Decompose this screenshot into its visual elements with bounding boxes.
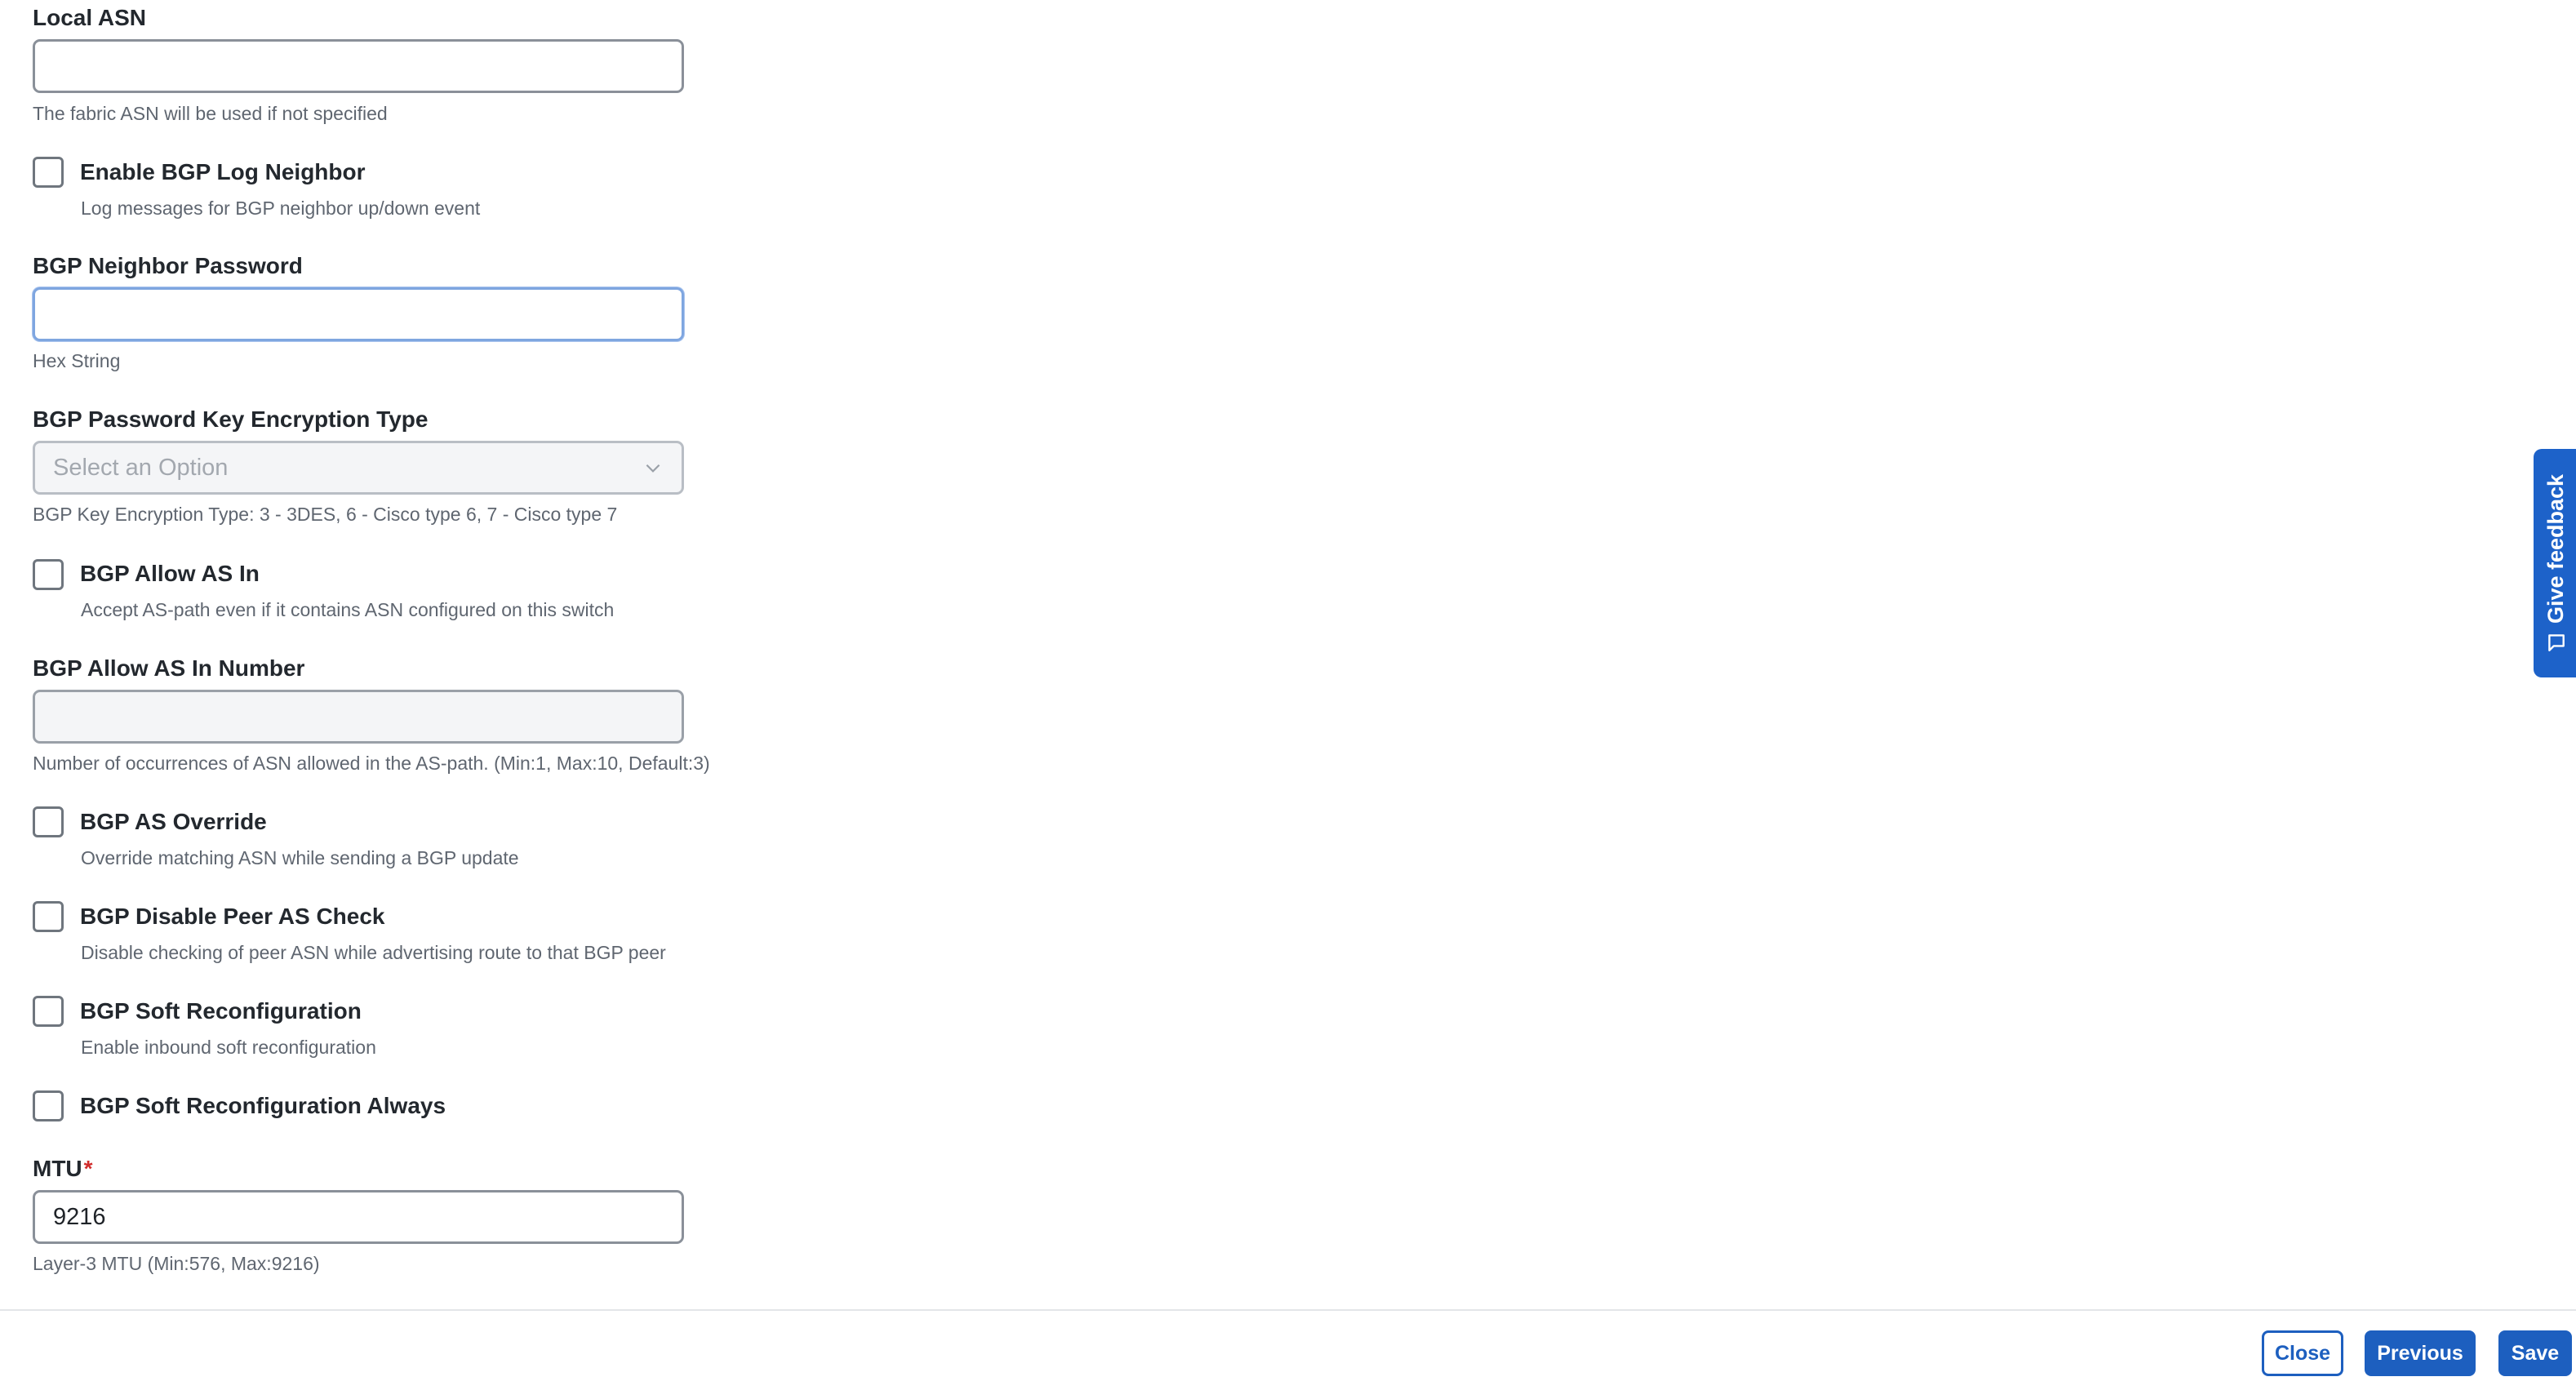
log-neighbor-checkbox[interactable] (33, 157, 64, 188)
log-neighbor-help: Log messages for BGP neighbor up/down ev… (81, 198, 481, 219)
feedback-icon (2548, 633, 2565, 651)
neighbor-password-help: Hex String (33, 350, 121, 371)
soft-reconfig-label: BGP Soft Reconfiguration (80, 998, 362, 1024)
disable-peer-as-check-help: Disable checking of peer ASN while adver… (81, 942, 666, 963)
allow-as-in-label: BGP Allow AS In (80, 561, 260, 586)
disable-peer-as-check-checkbox[interactable] (33, 901, 64, 932)
soft-reconfig-always-checkbox[interactable] (33, 1090, 64, 1121)
key-encryption-placeholder: Select an Option (53, 454, 229, 481)
give-feedback-tab[interactable]: Give feedback (2534, 449, 2576, 677)
footer-divider (0, 1309, 2576, 1311)
give-feedback-content: Give feedback (2544, 473, 2569, 652)
previous-button[interactable]: Previous (2365, 1330, 2476, 1376)
as-override-label: BGP AS Override (80, 809, 267, 834)
neighbor-password-label: BGP Neighbor Password (33, 253, 303, 278)
soft-reconfig-checkbox[interactable] (33, 996, 64, 1027)
save-button[interactable]: Save (2498, 1330, 2572, 1376)
allow-as-in-number-help: Number of occurrences of ASN allowed in … (33, 753, 710, 774)
mtu-label: MTU* (33, 1155, 93, 1183)
allow-as-in-help: Accept AS-path even if it contains ASN c… (81, 599, 615, 620)
as-override-help: Override matching ASN while sending a BG… (81, 847, 519, 868)
as-override-checkbox[interactable] (33, 806, 64, 837)
chevron-down-icon (646, 464, 660, 473)
close-button[interactable]: Close (2262, 1330, 2343, 1376)
local-asn-input[interactable] (33, 39, 684, 93)
local-asn-help: The fabric ASN will be used if not speci… (33, 103, 388, 124)
soft-reconfig-help: Enable inbound soft reconfiguration (81, 1037, 376, 1058)
give-feedback-label: Give feedback (2543, 473, 2569, 624)
key-encryption-help: BGP Key Encryption Type: 3 - 3DES, 6 - C… (33, 504, 618, 525)
soft-reconfig-always-label: BGP Soft Reconfiguration Always (80, 1093, 446, 1118)
mtu-input[interactable] (33, 1190, 684, 1244)
required-mark: * (83, 1156, 93, 1181)
neighbor-password-input[interactable] (33, 287, 684, 341)
mtu-label-text: MTU (33, 1156, 82, 1181)
mtu-help: Layer-3 MTU (Min:576, Max:9216) (33, 1253, 320, 1274)
local-asn-label: Local ASN (33, 5, 146, 30)
disable-peer-as-check-label: BGP Disable Peer AS Check (80, 904, 385, 929)
log-neighbor-label: Enable BGP Log Neighbor (80, 159, 366, 184)
allow-as-in-checkbox[interactable] (33, 559, 64, 590)
key-encryption-select[interactable]: Select an Option (33, 441, 684, 495)
allow-as-in-number-label: BGP Allow AS In Number (33, 655, 305, 681)
key-encryption-label: BGP Password Key Encryption Type (33, 406, 429, 432)
allow-as-in-number-input[interactable] (33, 690, 684, 744)
